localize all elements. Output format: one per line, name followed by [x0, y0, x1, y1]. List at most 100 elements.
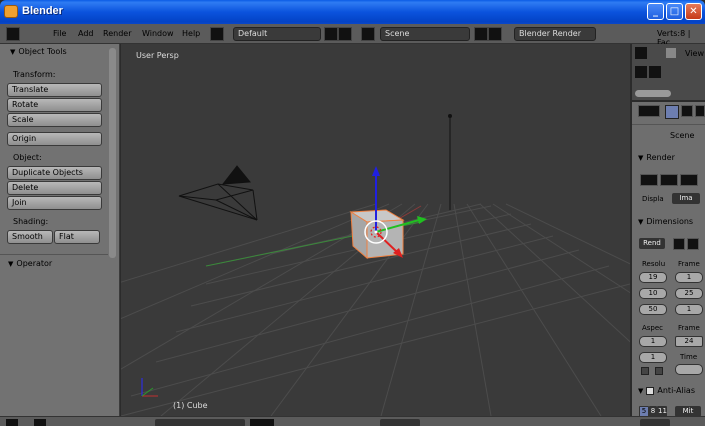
render-animation-button[interactable]: [660, 174, 678, 186]
scene-remove-icon[interactable]: [488, 27, 502, 41]
collapse-triangle-icon: ▼: [638, 218, 644, 226]
header-menu-icon[interactable]: [34, 419, 46, 426]
preset-remove-icon[interactable]: [687, 238, 699, 250]
editor-type-icon[interactable]: [6, 27, 20, 41]
menu-help[interactable]: Help: [182, 29, 200, 38]
scene-add-icon[interactable]: [474, 27, 488, 41]
flat-button[interactable]: Flat: [54, 230, 100, 244]
outliner-filter-icon[interactable]: [666, 48, 676, 58]
aspect-x-field[interactable]: 1: [639, 336, 667, 347]
resolution-label: Resolu: [642, 260, 666, 268]
window-titlebar: Blender _ □ ✕: [0, 0, 705, 24]
dimensions-panel-header[interactable]: ▼ Dimensions: [632, 217, 705, 230]
view-axis-widget: [141, 378, 158, 397]
tool-shelf-scrollbar[interactable]: [109, 48, 116, 258]
panel-title: Object Tools: [18, 47, 67, 56]
scene-icon[interactable]: [361, 27, 375, 41]
scene-context-icon[interactable]: [681, 105, 693, 117]
object-label: Object:: [13, 153, 42, 162]
frame-end-field[interactable]: 25: [675, 288, 703, 299]
frame-rate-label: Frame: [678, 324, 700, 332]
render-audio-button[interactable]: [680, 174, 698, 186]
menu-render[interactable]: Render: [103, 29, 131, 38]
collapse-triangle-icon: ▼: [638, 387, 644, 395]
outliner: View: [632, 44, 705, 100]
editor-type-icon[interactable]: [6, 419, 18, 426]
viewport-scene: [121, 114, 630, 416]
outliner-view-menu[interactable]: View: [685, 49, 704, 58]
screen-layout-icon[interactable]: [210, 27, 224, 41]
panel-divider: [0, 254, 108, 255]
active-object-label: (1) Cube: [173, 401, 208, 410]
panel-title: Render: [646, 153, 675, 162]
screen-layout-dropdown[interactable]: Default: [233, 27, 321, 41]
frame-rate-dropdown[interactable]: 24: [675, 336, 703, 347]
close-icon[interactable]: ✕: [685, 3, 702, 20]
minimize-icon[interactable]: _: [647, 3, 664, 20]
operator-panel-header[interactable]: ▼ Operator: [0, 259, 110, 273]
tool-shelf: ▼ Object Tools Transform: Translate Rotat…: [0, 44, 120, 416]
crop-checkbox[interactable]: [655, 367, 663, 375]
context-scene-label: Scene: [670, 131, 695, 140]
preset-add-icon[interactable]: [673, 238, 685, 250]
panel-title: Dimensions: [646, 217, 694, 226]
time-stretch-field[interactable]: [675, 364, 703, 375]
lamp-object: [448, 114, 452, 118]
mode-dropdown[interactable]: [155, 419, 245, 426]
origin-button[interactable]: Origin: [7, 132, 102, 146]
layout-remove-icon[interactable]: [338, 27, 352, 41]
window-title: Blender: [22, 5, 63, 17]
collapse-triangle-icon: ▼: [638, 154, 644, 162]
render-engine-dropdown[interactable]: Blender Render: [514, 27, 596, 41]
translate-button[interactable]: Translate: [7, 83, 102, 97]
outliner-scrollbar[interactable]: [635, 90, 671, 97]
frame-start-field[interactable]: 1: [675, 272, 703, 283]
render-context-icon[interactable]: [665, 105, 679, 119]
aspect-label: Aspec: [642, 324, 664, 332]
display-label: Displa: [642, 195, 664, 203]
collapse-triangle-icon: ▼: [10, 48, 16, 56]
properties-editor: Scene ▼ Render Displa Ima ▼ Dimensions Ren…: [632, 102, 705, 417]
collapse-triangle-icon: ▼: [8, 260, 14, 268]
3d-view-header: [0, 416, 705, 426]
3d-viewport[interactable]: User Persp (1) Cube: [121, 44, 630, 416]
menu-window[interactable]: Window: [142, 29, 174, 38]
scale-button[interactable]: Scale: [7, 113, 102, 127]
layers-widget[interactable]: [640, 419, 670, 426]
menu-file[interactable]: File: [53, 29, 66, 38]
delete-button[interactable]: Delete: [7, 181, 102, 195]
maximize-icon[interactable]: □: [666, 3, 683, 20]
aspect-y-field[interactable]: 1: [639, 352, 667, 363]
menu-add[interactable]: Add: [78, 29, 94, 38]
join-button[interactable]: Join: [7, 196, 102, 210]
resolution-y-field[interactable]: 10: [639, 288, 667, 299]
outliner-item-icon[interactable]: [635, 66, 647, 78]
resolution-x-field[interactable]: 19: [639, 272, 667, 283]
scene-dropdown[interactable]: Scene: [380, 27, 470, 41]
border-checkbox[interactable]: [641, 367, 649, 375]
pivot-dropdown[interactable]: [380, 419, 420, 426]
view-mode-label: User Persp: [136, 51, 179, 60]
outliner-item-icon[interactable]: [649, 66, 661, 78]
resolution-percent-field[interactable]: 50: [639, 304, 667, 315]
rotate-button[interactable]: Rotate: [7, 98, 102, 112]
object-tools-panel-header[interactable]: ▼ Object Tools: [0, 47, 110, 61]
layout-add-icon[interactable]: [324, 27, 338, 41]
anti-aliasing-checkbox[interactable]: [646, 386, 655, 395]
panel-title: Operator: [16, 259, 53, 268]
render-still-button[interactable]: [640, 174, 658, 186]
viewport-shading-dropdown[interactable]: [250, 419, 274, 426]
world-context-icon[interactable]: [695, 105, 705, 117]
properties-editor-icon[interactable]: [638, 105, 660, 117]
outliner-editor-icon[interactable]: [635, 47, 647, 59]
transform-label: Transform:: [13, 70, 56, 79]
render-panel-header[interactable]: ▼ Render: [632, 153, 705, 166]
time-label: Time: [680, 353, 698, 361]
anti-aliasing-panel-header[interactable]: ▼ Anti-Alias: [632, 386, 705, 399]
display-dropdown[interactable]: Ima: [672, 193, 700, 204]
render-presets-dropdown[interactable]: Rend: [639, 238, 665, 249]
smooth-button[interactable]: Smooth: [7, 230, 53, 244]
frame-range-label: Frame: [678, 260, 700, 268]
frame-step-field[interactable]: 1: [675, 304, 703, 315]
duplicate-objects-button[interactable]: Duplicate Objects: [7, 166, 102, 180]
